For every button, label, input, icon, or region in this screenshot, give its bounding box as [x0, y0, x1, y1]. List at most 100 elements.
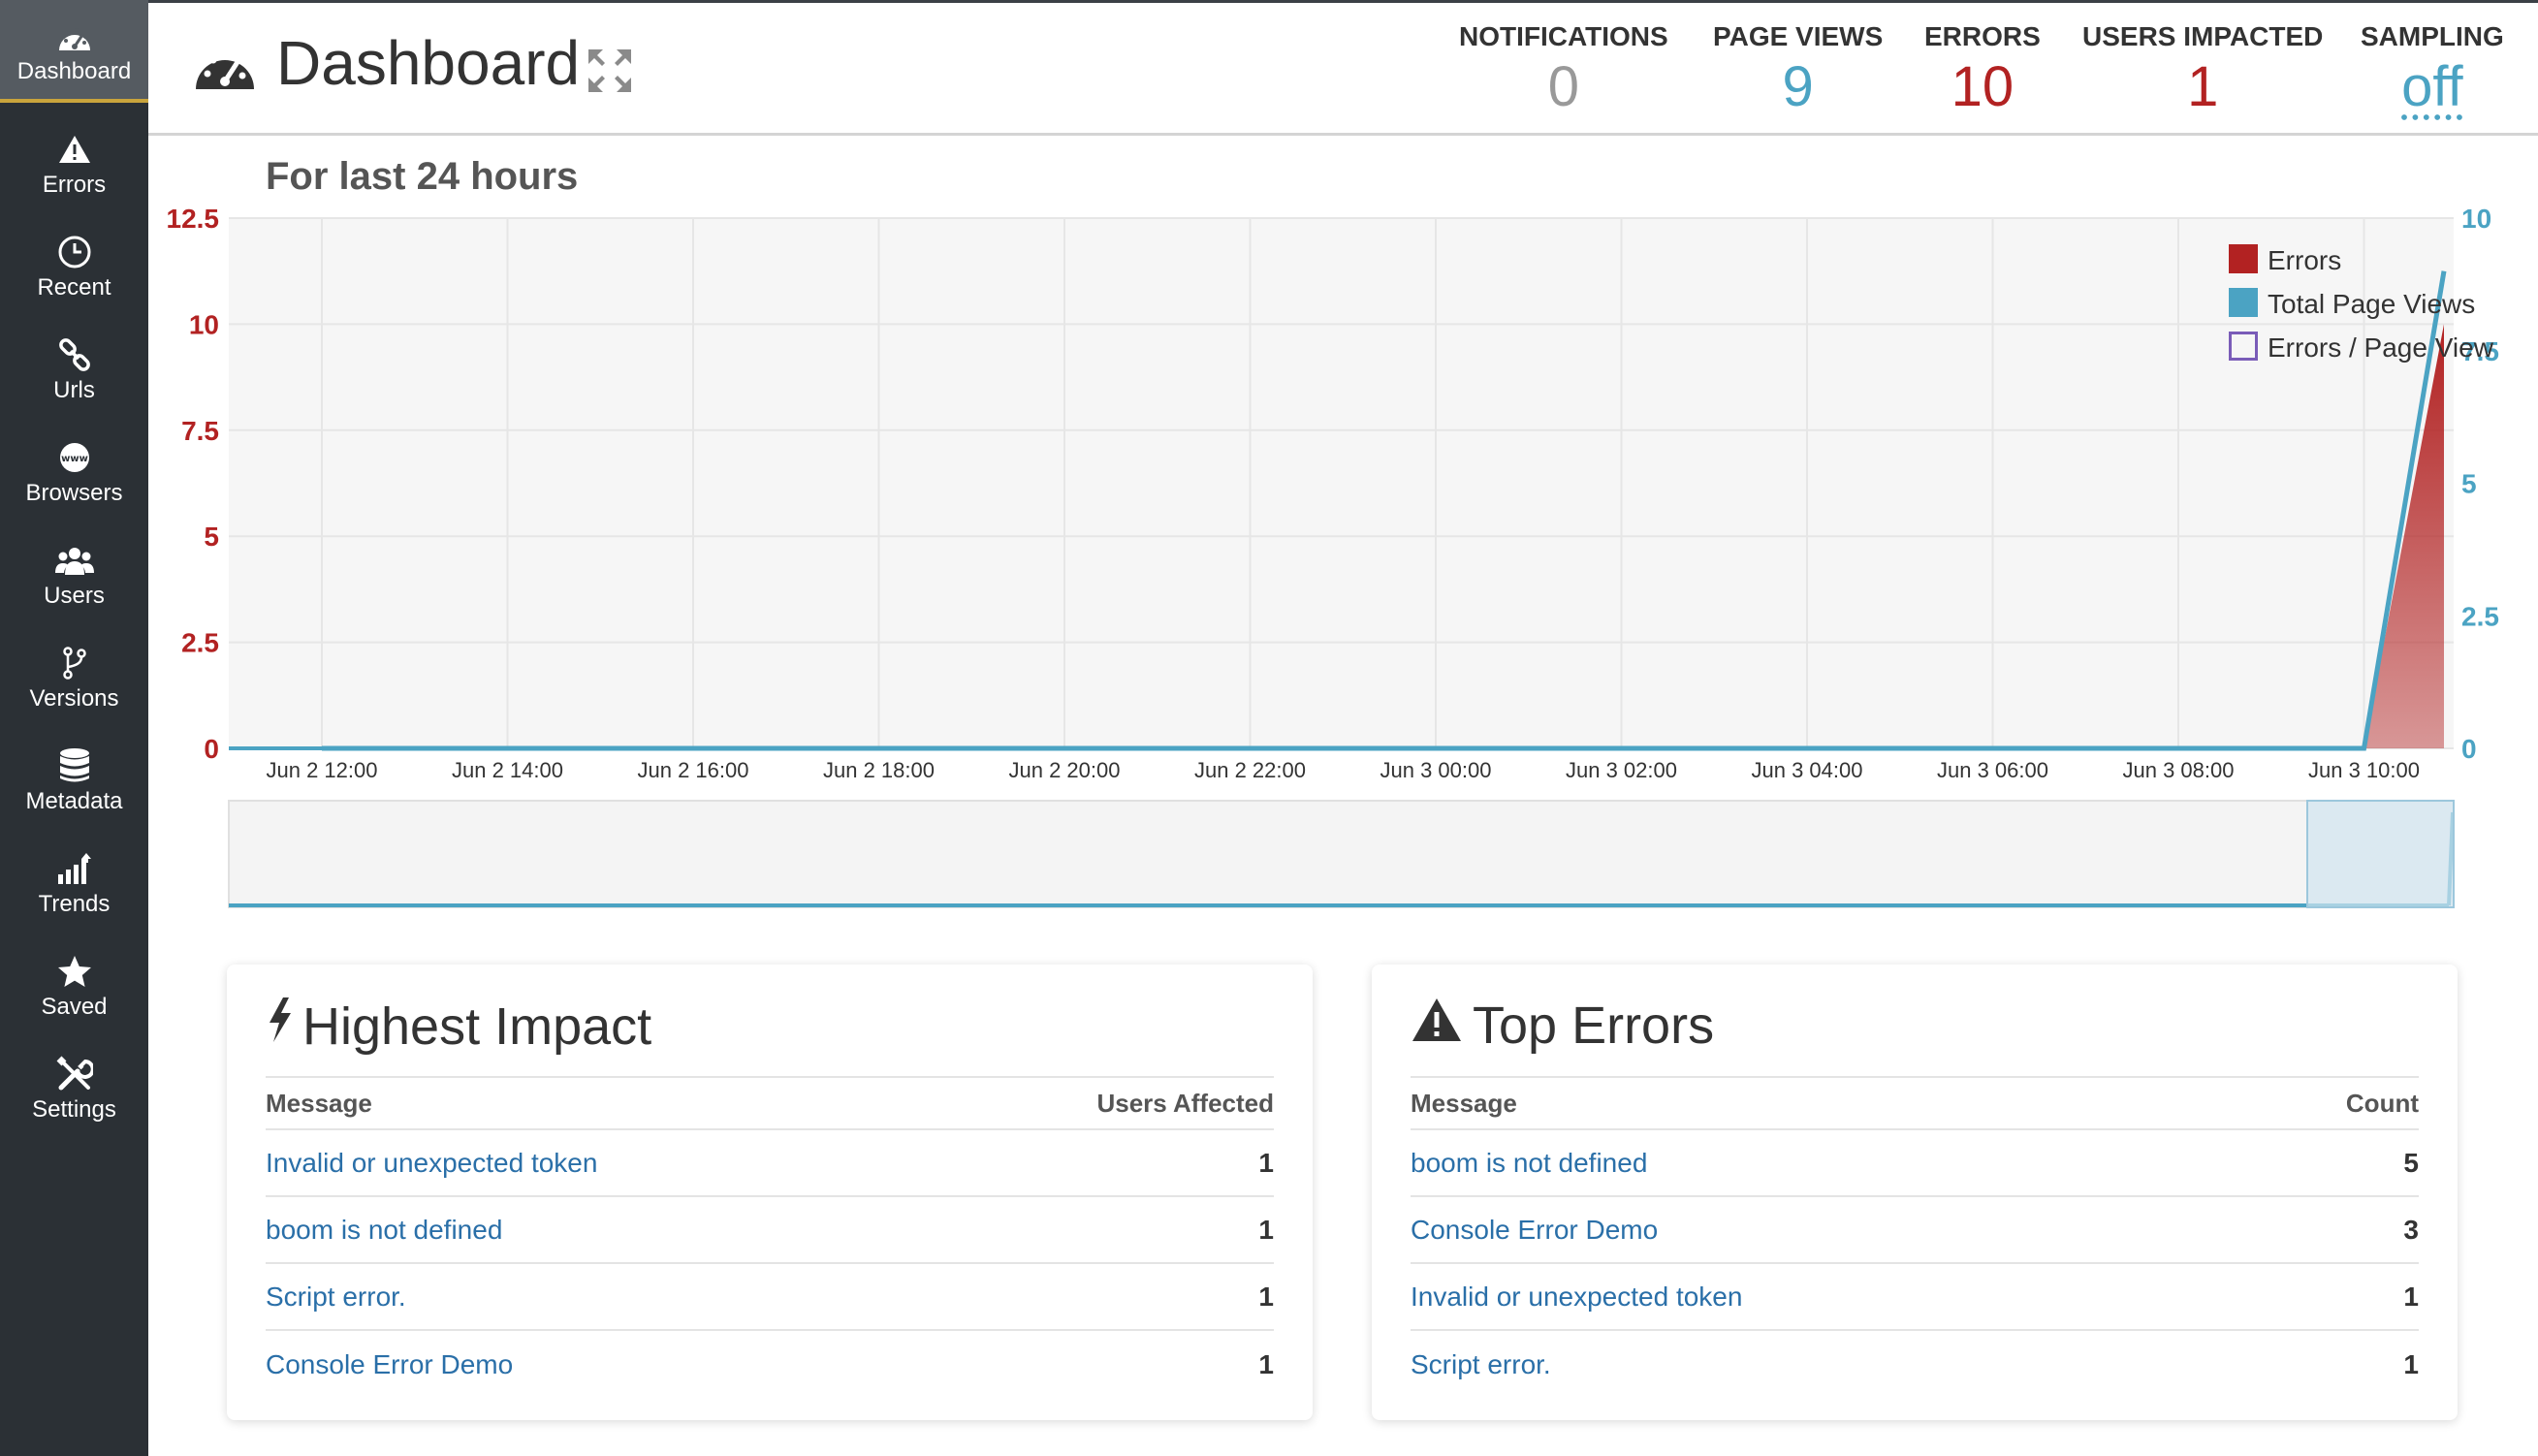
x-tick-label: Jun 3 02:00 — [1566, 758, 1677, 782]
sidebar-item-label: Urls — [53, 377, 95, 403]
table-row: Console Error Demo 1 — [266, 1331, 1274, 1398]
row-value: 5 — [2403, 1147, 2419, 1178]
chart-subtitle: For last 24 hours — [266, 155, 579, 198]
table-row: boom is not defined 5 — [1411, 1130, 2419, 1197]
warning-icon — [1411, 996, 1473, 1056]
stat-errors[interactable]: ERRORS 10 — [1924, 21, 2041, 119]
column-header-users-affected: Users Affected — [1096, 1088, 1274, 1118]
stat-value: 0 — [1547, 55, 1579, 118]
y-right-tick-label: 2.5 — [2461, 601, 2499, 631]
y-left-tick-label: 2.5 — [181, 628, 219, 658]
sidebar-item-metadata[interactable]: Metadata — [0, 728, 148, 831]
stat-label: SAMPLING — [2361, 21, 2504, 51]
sidebar-item-label: Browsers — [25, 480, 123, 506]
stat-users-impacted[interactable]: USERS IMPACTED 1 — [2082, 21, 2323, 119]
warning-icon — [0, 129, 148, 170]
page-title: Dashboard — [276, 28, 581, 98]
y-left-tick-label: 5 — [204, 522, 219, 552]
table-row: Script error. 1 — [266, 1264, 1274, 1331]
trends-icon — [0, 848, 148, 889]
sidebar-item-label: Users — [44, 583, 105, 609]
x-tick-label: Jun 2 14:00 — [452, 758, 563, 782]
y-right-tick-label: 0 — [2461, 734, 2477, 764]
stat-label: USERS IMPACTED — [2082, 21, 2324, 51]
sidebar-item-errors[interactable]: Errors — [0, 111, 148, 214]
table-row: Console Error Demo 3 — [1411, 1197, 2419, 1264]
legend-label: Total Page Views — [2268, 289, 2475, 319]
sidebar-item-label: Dashboard — [16, 58, 132, 84]
column-header-message: Message — [266, 1088, 372, 1118]
plot-area — [229, 218, 2454, 748]
column-header-message: Message — [1411, 1088, 1517, 1118]
dashboard-icon — [0, 17, 148, 58]
stat-value: 1 — [2187, 55, 2219, 118]
x-tick-label: Jun 3 10:00 — [2308, 758, 2420, 782]
top-errors-panel: Top Errors Message Count boom is not def… — [1372, 965, 2458, 1420]
sidebar-item-label: Settings — [32, 1096, 116, 1123]
sidebar-item-label: Errors — [42, 172, 107, 198]
sidebar-item-versions[interactable]: Versions — [0, 625, 148, 728]
clock-icon — [0, 232, 148, 272]
link-icon — [0, 334, 148, 375]
y-left-tick-label: 10 — [189, 309, 219, 339]
y-left-tick-label: 12.5 — [167, 204, 220, 234]
y-left-tick-label: 0 — [204, 734, 219, 764]
range-navigator — [228, 800, 2455, 908]
sidebar-item-label: Recent — [37, 274, 111, 301]
sidebar-item-browsers[interactable]: www Browsers — [0, 420, 148, 522]
error-link[interactable]: Script error. — [266, 1282, 406, 1313]
legend-label: Errors — [2268, 245, 2341, 275]
column-header-count: Count — [2345, 1088, 2419, 1118]
stat-label: ERRORS — [1924, 21, 2041, 51]
database-icon — [0, 745, 148, 786]
error-link[interactable]: boom is not defined — [266, 1215, 502, 1246]
sidebar-item-label: Trends — [38, 891, 111, 917]
x-tick-label: Jun 3 00:00 — [1380, 758, 1492, 782]
table-header: Message Users Affected — [266, 1076, 1274, 1130]
error-link[interactable]: Console Error Demo — [1411, 1215, 1658, 1246]
sidebar-item-dashboard[interactable]: Dashboard — [0, 0, 148, 103]
sidebar-item-label: Metadata — [25, 788, 123, 814]
x-tick-label: Jun 2 12:00 — [267, 758, 378, 782]
sidebar-item-label: Versions — [29, 685, 119, 712]
x-tick-label: Jun 2 18:00 — [823, 758, 935, 782]
stat-sampling[interactable]: SAMPLING off — [2361, 21, 2504, 119]
sidebar-item-trends[interactable]: Trends — [0, 831, 148, 934]
x-tick-label: Jun 3 06:00 — [1937, 758, 2048, 782]
errors-chart[interactable]: 02.557.51012.502.557.510Jun 2 12:00 Jun 2… — [148, 194, 2538, 916]
error-link[interactable]: Invalid or unexpected token — [1411, 1282, 1742, 1313]
users-icon — [0, 540, 148, 581]
sidebar-item-urls[interactable]: Urls — [0, 317, 148, 420]
stat-page-views[interactable]: PAGE VIEWS 9 — [1713, 21, 1883, 119]
row-value: 1 — [2403, 1281, 2419, 1312]
row-value: 1 — [1258, 1281, 1274, 1312]
error-link[interactable]: boom is not defined — [1411, 1148, 1647, 1179]
stat-notifications[interactable]: NOTIFICATIONS 0 — [1459, 21, 1668, 119]
expand-icon[interactable] — [586, 47, 634, 100]
www-icon: www — [0, 437, 148, 478]
table-row: Invalid or unexpected token 1 — [1411, 1264, 2419, 1331]
x-tick-label: Jun 3 04:00 — [1752, 758, 1863, 782]
error-link[interactable]: Invalid or unexpected token — [266, 1148, 597, 1179]
top-errors-table: Message Count boom is not defined 5 Conso… — [1411, 1076, 2419, 1398]
top-border — [148, 0, 2538, 3]
star-icon — [0, 951, 148, 992]
row-value: 1 — [1258, 1214, 1274, 1245]
sidebar-item-settings[interactable]: Settings — [0, 1036, 148, 1139]
stat-value: 10 — [1951, 55, 2015, 118]
table-row: Invalid or unexpected token 1 — [266, 1130, 1274, 1197]
x-tick-label: Jun 2 22:00 — [1194, 758, 1306, 782]
panel-title: Top Errors — [1411, 996, 1714, 1056]
legend-swatch — [2229, 288, 2258, 317]
stat-value[interactable]: off — [2361, 54, 2504, 119]
stat-value: 9 — [1782, 55, 1814, 118]
sidebar-item-label: Saved — [41, 994, 108, 1020]
error-link[interactable]: Script error. — [1411, 1349, 1551, 1380]
error-link[interactable]: Console Error Demo — [266, 1349, 513, 1380]
navigator-selection — [2306, 800, 2455, 908]
sidebar-item-users[interactable]: Users — [0, 522, 148, 625]
stat-label: NOTIFICATIONS — [1459, 21, 1668, 51]
page-title-icon — [194, 43, 256, 98]
sidebar-item-recent[interactable]: Recent — [0, 214, 148, 317]
sidebar-item-saved[interactable]: Saved — [0, 934, 148, 1036]
